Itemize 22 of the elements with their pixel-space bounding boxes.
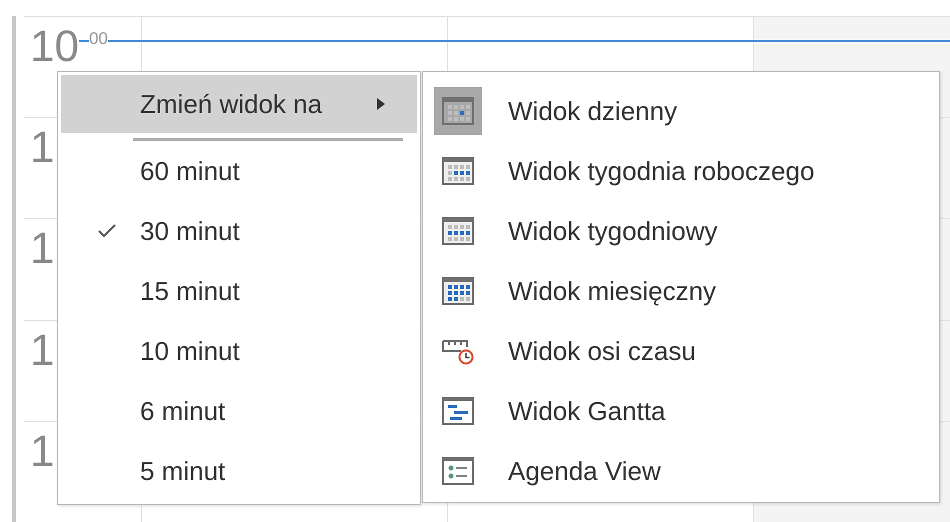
menu-item[interactable]: 6 minut — [61, 381, 417, 441]
calendar-icon — [442, 277, 474, 305]
calendar-icon — [442, 217, 474, 245]
menu-item[interactable]: Widok osi czasu — [423, 321, 939, 381]
menu-item[interactable]: Zmień widok na — [61, 75, 417, 133]
calendar-icon — [442, 97, 474, 125]
menu-item[interactable]: Widok tygodniowy — [423, 201, 939, 261]
submenu-arrow-icon — [376, 97, 386, 111]
menu-item[interactable]: Widok tygodnia roboczego — [423, 141, 939, 201]
menu-item[interactable]: Widok miesięczny — [423, 261, 939, 321]
menu-item[interactable]: 30 minut — [61, 201, 417, 261]
menu-item[interactable]: 10 minut — [61, 321, 417, 381]
list-icon — [442, 457, 474, 485]
menu-item[interactable]: 15 minut — [61, 261, 417, 321]
calendar-icon — [442, 157, 474, 185]
menu-item[interactable]: 5 minut — [61, 441, 417, 501]
menu-item[interactable]: Agenda View — [423, 441, 939, 501]
menu-item[interactable]: Widok Gantta — [423, 381, 939, 441]
menu-item[interactable]: 60 minut — [61, 141, 417, 201]
gantt-chart-icon — [442, 397, 474, 425]
timeline-clock-icon — [441, 337, 475, 365]
menu-item[interactable]: Widok dzienny — [423, 81, 939, 141]
